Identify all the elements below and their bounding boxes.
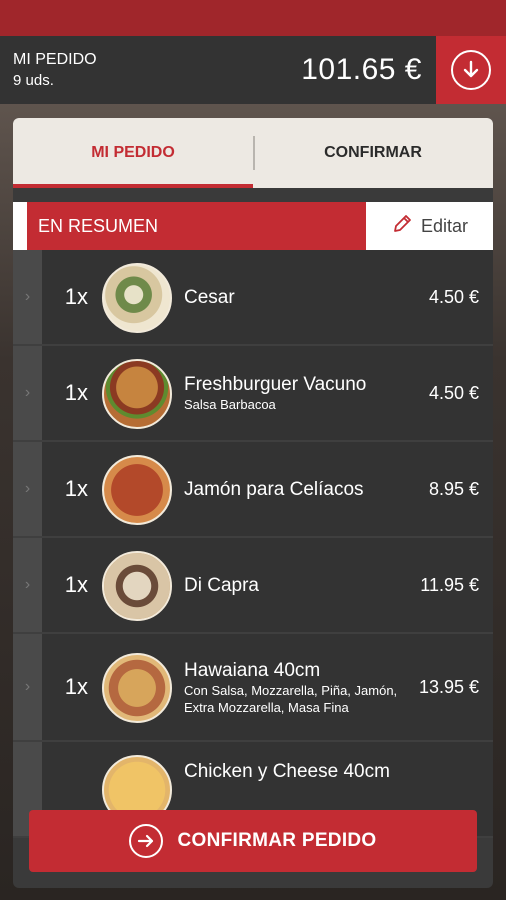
download-button[interactable]: [436, 36, 506, 104]
download-circle-icon: [451, 50, 491, 90]
item-image: [102, 359, 172, 429]
confirm-order-button[interactable]: CONFIRMAR PEDIDO: [29, 810, 477, 872]
tab-mi-pedido[interactable]: MI PEDIDO: [13, 118, 253, 188]
order-header: MI PEDIDO 9 uds. 101.65 €: [0, 36, 506, 104]
summary-stripe: [13, 202, 27, 250]
item-desc: Salsa Barbacoa: [184, 397, 276, 412]
chevron-right-icon[interactable]: ›: [13, 538, 42, 632]
order-count: 9 uds.: [13, 72, 54, 89]
item-price: 11.95 €: [420, 574, 479, 595]
item-name: Hawaiana 40cm: [184, 659, 321, 681]
item-name: Chicken y Cheese 40cm: [184, 761, 390, 782]
item-price: 8.95 €: [428, 478, 479, 499]
item-info: Hawaiana 40cm Con Salsa, Mozzarella, Piñ…: [180, 634, 403, 740]
summary-title: EN RESUMEN: [38, 215, 159, 236]
edit-label: Editar: [420, 215, 469, 236]
order-label: MI PEDIDO: [13, 51, 97, 68]
item-name: Cesar: [184, 286, 235, 308]
item-name: Di Capra: [184, 574, 259, 596]
item-image: [102, 263, 172, 333]
item-price: 4.50 €: [428, 286, 479, 307]
chevron-right-icon[interactable]: ›: [13, 250, 42, 344]
chevron-right-icon[interactable]: ›: [13, 346, 42, 440]
tab-bar: MI PEDIDO CONFIRMAR: [13, 118, 493, 188]
status-bar: [0, 0, 506, 36]
item-info: Cesar: [180, 250, 403, 344]
list-item[interactable]: › 1x Cesar 4.50 €: [13, 250, 493, 346]
list-item[interactable]: › 1x Di Capra 11.95 €: [13, 538, 493, 634]
item-image: [102, 455, 172, 525]
list-item[interactable]: › 1x Jamón para Celíacos 8.95 €: [13, 442, 493, 538]
item-info: Di Capra: [180, 538, 403, 632]
item-price: 13.95 €: [418, 676, 479, 697]
order-total: 101.65 €: [301, 53, 422, 86]
summary-bar: EN RESUMEN Editar: [13, 202, 493, 250]
item-info: Jamón para Celíacos: [180, 442, 403, 536]
list-item[interactable]: › 1x Hawaiana 40cm Con Salsa, Mozzarella…: [13, 634, 493, 742]
item-name: Jamón para Celíacos: [184, 478, 364, 500]
arrow-right-circle-icon: [129, 824, 164, 858]
item-image: [102, 653, 172, 723]
item-info: Freshburguer Vacuno Salsa Barbacoa: [180, 346, 403, 440]
item-qty: 1x: [64, 674, 88, 699]
item-qty: 1x: [64, 572, 88, 597]
item-qty: 1x: [64, 284, 88, 309]
chevron-right-icon[interactable]: ›: [13, 442, 42, 536]
item-name: Freshburguer Vacuno: [184, 374, 367, 395]
item-price: 4.50 €: [428, 382, 479, 403]
item-qty: 1x: [64, 476, 88, 501]
order-items: › 1x Cesar 4.50 € › 1x Freshburguer Vacu…: [13, 250, 493, 838]
tab-confirmar[interactable]: CONFIRMAR: [253, 118, 493, 188]
item-image: [102, 551, 172, 621]
edit-button[interactable]: Editar: [366, 202, 493, 250]
order-panel: MI PEDIDO CONFIRMAR EN RESUMEN Editar › …: [13, 118, 493, 888]
order-summary: MI PEDIDO 9 uds.: [0, 49, 301, 91]
chevron-right-icon[interactable]: ›: [13, 634, 42, 740]
confirm-order-label: CONFIRMAR PEDIDO: [177, 830, 377, 851]
item-desc: Con Salsa, Mozzarella, Piña, Jamón, Extr…: [184, 682, 398, 715]
list-item[interactable]: › 1x Freshburguer Vacuno Salsa Barbacoa …: [13, 346, 493, 442]
item-qty: 1x: [64, 380, 88, 405]
pencil-icon: [391, 213, 413, 240]
